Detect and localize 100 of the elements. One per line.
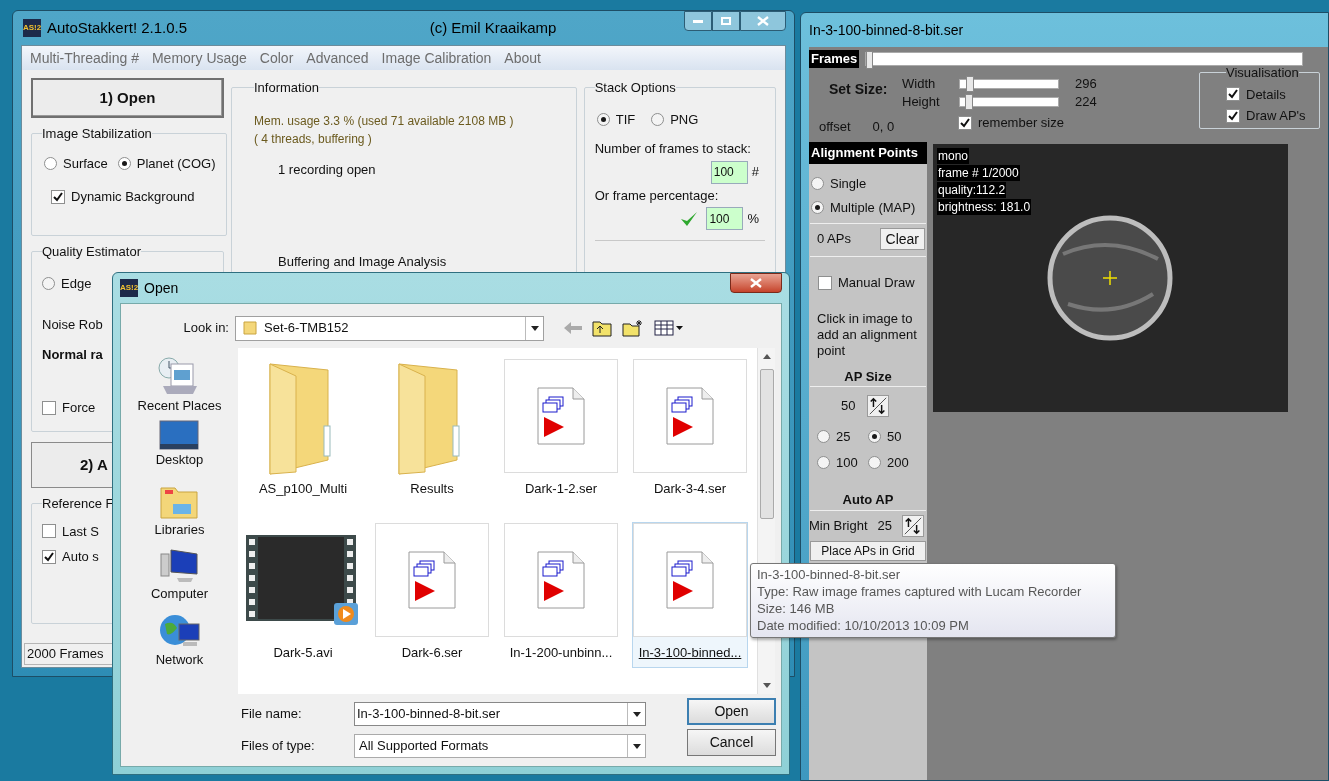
frames-slider[interactable]	[865, 52, 1304, 66]
frames-label: Frames	[809, 50, 860, 68]
scroll-down-icon[interactable]	[762, 683, 771, 688]
field-label: Number of frames to stack:	[594, 140, 752, 158]
file-item[interactable]: Dark-5.avi	[245, 522, 361, 668]
radio-label: 25	[836, 428, 851, 446]
field-label: Or frame percentage:	[594, 186, 720, 205]
group-title: Quality Estimator	[42, 243, 141, 261]
checkbox-label: Details	[1246, 85, 1286, 104]
size-slider[interactable]	[959, 97, 1059, 107]
dropdown-arrow-icon[interactable]	[530, 325, 539, 331]
maximize-button[interactable]	[712, 11, 740, 31]
min-bright-value: 25	[877, 516, 892, 535]
radio-button[interactable]	[44, 156, 57, 170]
place-grid-button[interactable]: Place APs in Grid	[810, 540, 926, 561]
threads-text: ( 4 threads, buffering )	[254, 130, 373, 148]
size-slider[interactable]	[959, 79, 1059, 89]
folder-up-icon[interactable]	[592, 319, 612, 337]
close-icon	[750, 278, 762, 288]
menu-item[interactable]: Image Calibration	[381, 47, 492, 69]
scroll-up-icon[interactable]	[762, 354, 771, 359]
min-bright-label: Min Bright	[809, 516, 868, 535]
view-menu-icon[interactable]	[654, 320, 684, 336]
dropdown-arrow-icon[interactable]	[632, 711, 641, 717]
radio-button[interactable]	[817, 455, 830, 469]
menu-item[interactable]: Memory Usage	[151, 47, 247, 69]
file-item[interactable]: Results	[374, 358, 490, 504]
radio-button[interactable]	[868, 455, 881, 469]
radio-button[interactable]	[42, 276, 55, 290]
checkbox-label: Auto s	[62, 548, 99, 566]
radio-label: Planet (COG)	[136, 154, 216, 173]
radio-button[interactable]	[651, 112, 665, 126]
new-folder-icon[interactable]	[622, 319, 644, 337]
open-button[interactable]: 1) Open	[31, 78, 224, 118]
slider-thumb[interactable]	[966, 76, 975, 92]
radio-button[interactable]	[817, 430, 830, 444]
radio-label: TIF	[615, 110, 636, 129]
checkbox[interactable]	[1226, 87, 1240, 102]
slider-label: Width	[902, 75, 937, 94]
window-title: AutoStakkert! 2.1.0.5	[47, 17, 189, 38]
file-item[interactable]: In-3-100-binned...	[632, 522, 748, 668]
place-item[interactable]: Computer	[150, 548, 209, 610]
checkbox-label: remember size	[978, 114, 1064, 132]
checkbox[interactable]	[42, 524, 56, 539]
slider-thumb[interactable]	[964, 94, 973, 110]
recordings-text: 1 recording open	[277, 160, 377, 179]
percentage-input[interactable]: 100	[706, 207, 744, 230]
dropdown-arrow-icon[interactable]	[632, 743, 641, 749]
dialog-button[interactable]: Open	[687, 698, 776, 725]
minimize-button[interactable]	[684, 11, 712, 31]
slider-reading: 224	[1075, 93, 1097, 112]
checkbox[interactable]	[42, 549, 56, 564]
menu-item[interactable]: Color	[259, 47, 294, 69]
frames-input[interactable]: 100	[710, 160, 748, 184]
radio-button[interactable]	[868, 430, 881, 444]
close-button[interactable]	[730, 273, 782, 293]
checkbox[interactable]	[958, 115, 972, 130]
radio-label: Single	[830, 175, 867, 193]
dialog-button[interactable]: Cancel	[687, 729, 776, 756]
checkbox[interactable]	[51, 189, 65, 204]
image-overlay-text: mono	[937, 148, 970, 164]
menu-item[interactable]: Multi-Threading #	[30, 47, 139, 69]
close-button[interactable]	[740, 11, 786, 31]
slider-thumb[interactable]	[866, 51, 874, 69]
checkbox[interactable]	[1226, 108, 1240, 123]
menu-item[interactable]: About	[504, 47, 541, 69]
checkbox[interactable]	[42, 400, 56, 415]
file-type-dropdown[interactable]: All Supported Formats	[354, 734, 646, 758]
radio-button[interactable]	[117, 156, 131, 170]
window-title: In-3-100-binned-8-bit.ser	[809, 20, 964, 40]
radio-button[interactable]	[596, 112, 610, 126]
memory-usage-text: Mem. usage 3.3 % (used 71 available 2108 MB )	[254, 112, 515, 130]
place-item[interactable]: Recent Places	[137, 356, 222, 418]
file-item[interactable]: AS_p100_Multi	[245, 358, 361, 504]
unit-label: #	[751, 163, 759, 182]
tooltip-line: Size: 146 MB	[757, 600, 836, 617]
menu-item[interactable]: Advanced	[306, 47, 369, 69]
desktop-icon	[159, 420, 200, 450]
checkbox-label: Manual Draw	[838, 274, 915, 292]
place-item[interactable]: Desktop	[155, 420, 204, 482]
file-icon	[537, 387, 585, 445]
spinner-arrows-icon[interactable]	[902, 514, 924, 537]
look-in-dropdown[interactable]: Set-6-TMB152	[235, 315, 544, 341]
clear-button[interactable]: Clear	[879, 228, 925, 250]
field-label: Noise Rob	[42, 316, 103, 334]
checkbox-label: Dynamic Background	[71, 188, 195, 206]
radio-label: 100	[836, 453, 858, 472]
checkbox[interactable]	[818, 275, 832, 290]
spinner-arrows-icon[interactable]	[867, 395, 890, 417]
look-in-label: Look in:	[182, 319, 230, 338]
image-overlay-text: quality:112.2	[937, 182, 1007, 198]
computer-icon	[159, 548, 200, 584]
radio-button[interactable]	[811, 177, 824, 191]
field-value: Normal ra	[42, 345, 103, 364]
window-subtitle: (c) Emil Kraaikamp	[428, 17, 558, 38]
place-item[interactable]: Libraries	[154, 484, 205, 546]
file-name-field[interactable]: In-3-100-binned-8-bit.ser	[354, 702, 646, 726]
radio-button[interactable]	[811, 200, 824, 214]
tooltip-line: Type: Raw image frames captured with Lucam Recorder	[757, 583, 1083, 600]
tooltip-line: In-3-100-binned-8-bit.ser	[757, 566, 902, 583]
